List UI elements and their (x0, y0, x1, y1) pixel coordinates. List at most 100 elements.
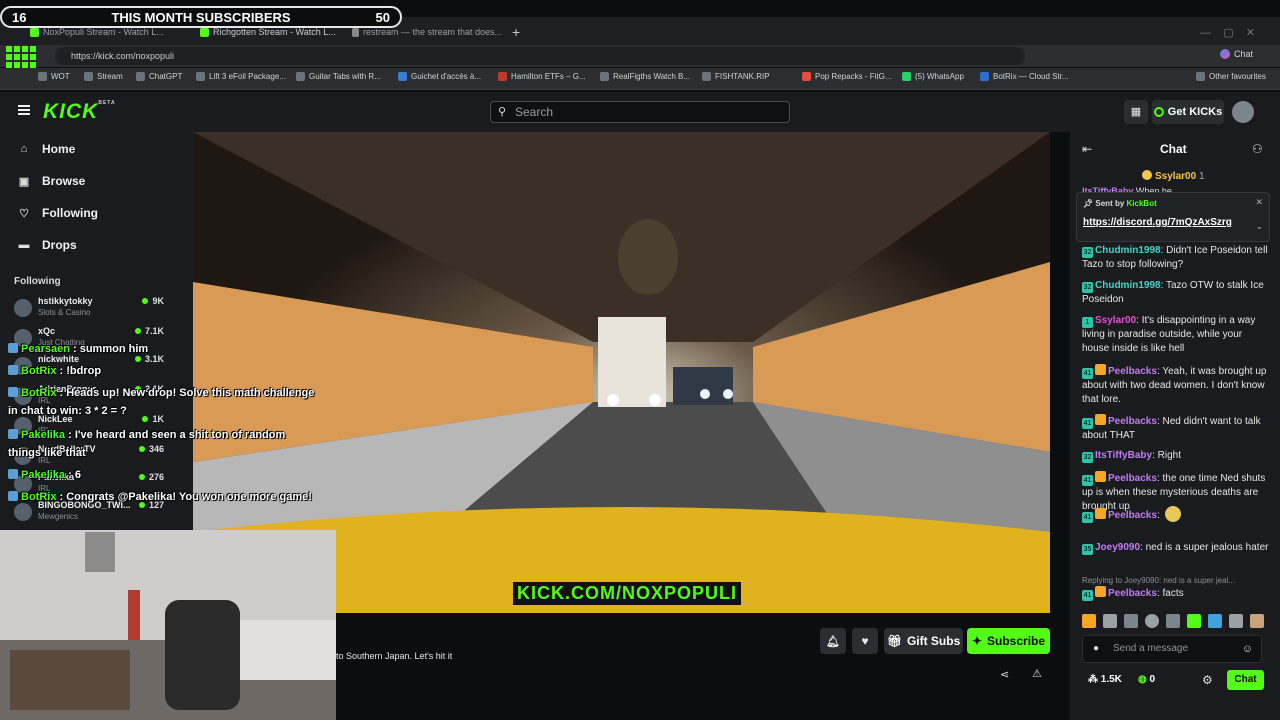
chat-username[interactable]: Joey9090 (1095, 542, 1140, 553)
collapse-chat-icon[interactable]: ⇤ (1082, 142, 1092, 156)
kick-logo[interactable]: KICKBETA (43, 100, 116, 124)
emote-icon[interactable] (1124, 614, 1138, 628)
settings-icon[interactable]: ⚙ (1202, 673, 1213, 687)
new-tab-button[interactable]: + (512, 21, 526, 43)
avatar (14, 299, 32, 317)
get-kicks-button[interactable]: Get KICKs (1152, 100, 1224, 124)
chat-username[interactable]: Chudmin1998 (1095, 245, 1161, 256)
bookmark[interactable]: (5) WhatsApp (902, 72, 964, 81)
pinned-message[interactable]: 📌︎ Sent by KickBot https://discord.gg/7m… (1076, 192, 1270, 242)
bookmark[interactable]: Lift 3 eFoil Package... (196, 72, 286, 81)
menu-icon[interactable] (18, 105, 30, 115)
wordpress-icon (600, 72, 609, 81)
chat-separator: : (1156, 510, 1163, 521)
following-channel[interactable]: hstikkytokky Slots & Casino 9K (14, 296, 164, 322)
emote-icon[interactable] (1166, 614, 1180, 628)
sidebar-item-drops[interactable]: ▬ Drops (18, 238, 77, 252)
chat-input[interactable]: ● Send a message ☺ (1082, 635, 1262, 663)
kick-header: KICKBETA ⚲ Search ▦ Get KICKs (0, 92, 1280, 132)
sidebar-item-browse[interactable]: ▣ Browse (18, 174, 86, 188)
subscriber-counter-overlay: 16 THIS MONTH SUBSCRIBERS 50 (0, 6, 402, 28)
botrix-icon (980, 72, 989, 81)
bookmark[interactable]: Guitar Tabs with R... (296, 72, 381, 81)
drops-icon: ▬ (18, 239, 30, 251)
chat-message: 35 Joey9090: ned is a super jealous hater (1082, 541, 1270, 555)
emote-icon[interactable] (1145, 614, 1159, 628)
url-field[interactable]: https://kick.com/noxpopuli (55, 47, 1025, 65)
overlay-chat-message: Pakelika : I've heard and seen a shit to… (8, 429, 286, 459)
gift-subs-button[interactable]: 🎁︎ Gift Subs (884, 628, 963, 654)
coin-icon (1142, 170, 1152, 180)
bookmark[interactable]: FISHTANK.RIP (702, 72, 770, 81)
badge-icon (8, 469, 18, 479)
heart-icon[interactable]: ♥ (852, 628, 878, 654)
emote-icon[interactable] (1208, 614, 1222, 628)
home-icon: ⌂ (20, 143, 28, 155)
address-bar: https://kick.com/noxpopuli Chat (0, 45, 1280, 67)
emote-icon[interactable] (1103, 614, 1117, 628)
emote-icon[interactable] (1082, 614, 1096, 628)
other-favourites[interactable]: Other favourites (1196, 72, 1266, 81)
subscribe-button[interactable]: ✦ Subscribe (967, 628, 1050, 654)
gov-icon (398, 72, 407, 81)
chat-username[interactable]: Chudmin1998 (1095, 280, 1161, 291)
chat-username[interactable]: Ssylar00 (1095, 315, 1136, 326)
emote-icon[interactable] (1229, 614, 1243, 628)
webcam-feed (0, 530, 336, 720)
kick-favicon-icon (30, 27, 39, 37)
search-input[interactable]: ⚲ Search (490, 101, 790, 123)
send-chat-button[interactable]: Chat (1227, 670, 1264, 690)
unpin-icon[interactable]: ✕ (1255, 197, 1263, 208)
chevron-down-icon[interactable]: ⌄ (1255, 221, 1263, 232)
sidebar-item-following[interactable]: ♡ Following (18, 206, 98, 220)
chat-username[interactable]: Peelbacks (1108, 473, 1157, 484)
browse-icon: ▣ (18, 175, 30, 188)
report-icon[interactable]: ⚠ (1032, 667, 1042, 680)
chat-username[interactable]: ItsTiffyBaby (1095, 450, 1152, 461)
chat-message: 1 Ssylar00: It's disappointing in a way l… (1082, 314, 1270, 356)
stream-info-bar: to Southern Japan. Let's hit it 🔔︎ ♥ 🎁︎ G… (336, 613, 1070, 720)
bookmark[interactable]: Pop Repacks - FitG... (802, 72, 891, 81)
subscriber-badge-icon: 41 (1082, 475, 1093, 486)
fitgirl-icon (802, 72, 811, 81)
bookmarks-bar: WOT Stream ChatGPT Lift 3 eFoil Package.… (0, 68, 1280, 90)
kicks-balance[interactable]: ⁂ 1.5K (1088, 674, 1122, 685)
emote-icon[interactable] (1250, 614, 1264, 628)
emote-icon[interactable] (1187, 614, 1201, 628)
subscriber-badge-icon: 41 (1082, 418, 1093, 429)
bookmark[interactable]: Hamilton ETFs – G... (498, 72, 586, 81)
avatar[interactable] (1232, 101, 1254, 123)
share-icon[interactable]: ⋖ (1000, 668, 1009, 681)
lift-icon (196, 72, 205, 81)
chat-panel: ⇤ Chat ⚇ Ssylar00 1 ItsTiffyBaby When he… (1070, 132, 1280, 720)
bot-icon (8, 387, 18, 397)
chat-username[interactable]: Peelbacks (1108, 588, 1157, 599)
users-icon[interactable]: ⚇ (1252, 142, 1263, 156)
chat-username[interactable]: Peelbacks (1108, 510, 1157, 521)
subscriber-badge-icon: 41 (1082, 512, 1093, 523)
bookmark[interactable]: RealFigths Watch B... (600, 72, 690, 81)
chat-username[interactable]: Peelbacks (1108, 366, 1157, 377)
chat-title: Chat (1160, 142, 1187, 156)
pinned-sender: 📌︎ Sent by KickBot (1083, 199, 1157, 208)
bookmark[interactable]: Guichet d'accès à... (398, 72, 481, 81)
channel-points[interactable]: ◍ 0 (1138, 674, 1155, 685)
bookmark[interactable]: ChatGPT (136, 72, 182, 81)
bell-icon[interactable]: 🔔︎ (820, 628, 846, 654)
overlay-chat-message: BotRix : Congrats @Pakelika! You won one… (8, 488, 318, 506)
top-gifter[interactable]: Ssylar00 1 (1142, 170, 1205, 182)
bookmark[interactable]: Stream (84, 72, 123, 81)
subscriber-badge-icon: 32 (1082, 247, 1093, 258)
discord-link[interactable]: https://discord.gg/7mQzAxSzrg (1083, 217, 1232, 228)
bookmark[interactable]: WOT (38, 72, 70, 81)
sidebar-item-home[interactable]: ⌂ Home (18, 142, 76, 156)
window-controls[interactable]: — ▢ ✕ (1200, 21, 1255, 43)
bookmark[interactable]: BotRix — Cloud Str... (980, 72, 1069, 81)
pin-icon: 📌︎ (1083, 199, 1094, 208)
copilot-chat-button[interactable]: Chat (1220, 49, 1253, 59)
chat-username[interactable]: Peelbacks (1108, 416, 1157, 427)
emoji-icon[interactable]: ☺ (1242, 636, 1253, 662)
heart-icon: ♡ (19, 207, 29, 220)
kick-badge-icon (1095, 364, 1106, 375)
layout-icon[interactable]: ▦ (1124, 100, 1148, 124)
